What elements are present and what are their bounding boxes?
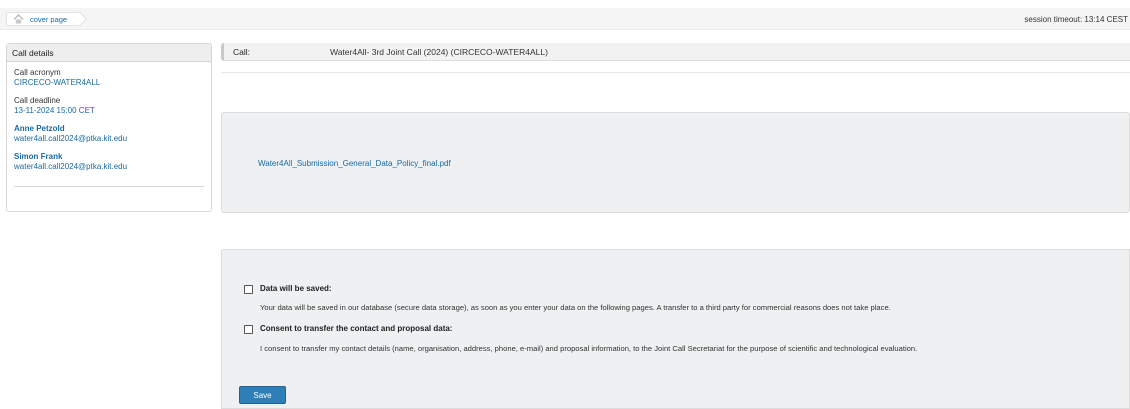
divider: [14, 186, 204, 187]
home-icon: [13, 14, 24, 24]
call-acronym-value: CIRCECO-WATER4ALL: [14, 78, 101, 87]
call-title: Water4All- 3rd Joint Call (2024) (CIRCEC…: [330, 47, 548, 57]
call-header: Call: Water4All- 3rd Joint Call (2024) (…: [221, 43, 1130, 61]
data-saved-title: Data will be saved:: [260, 284, 332, 293]
data-saved-text: Your data will be saved in our database …: [260, 303, 891, 312]
top-bar: cover page session timeout: 13:14 CEST: [0, 8, 1130, 30]
consent-transfer-checkbox[interactable]: [244, 325, 253, 334]
breadcrumb[interactable]: cover page: [6, 11, 88, 27]
call-details-panel: Call details Call acronym CIRCECO-WATER4…: [6, 43, 212, 212]
save-button[interactable]: Save: [239, 386, 286, 404]
breadcrumb-cover-page[interactable]: cover page: [30, 15, 67, 24]
document-box: Water4All_Submission_General_Data_Policy…: [221, 112, 1130, 213]
consent-form: Data will be saved: Your data will be sa…: [221, 249, 1130, 409]
call-acronym-label: Call acronym: [14, 68, 61, 77]
call-label: Call:: [233, 47, 251, 57]
data-saved-checkbox[interactable]: [244, 285, 253, 294]
consent-transfer-text: I consent to transfer my contact details…: [260, 344, 918, 353]
session-timeout: session timeout: 13:14 CEST: [1024, 15, 1128, 24]
contact-name: Anne Petzold: [14, 124, 65, 133]
contact-email-link[interactable]: water4all.call2024@ptka.kit.edu: [14, 134, 204, 144]
panel-title: Call details: [7, 44, 211, 62]
breadcrumb-arrow: [73, 11, 88, 27]
call-deadline-label: Call deadline: [14, 96, 61, 105]
consent-transfer-title: Consent to transfer the contact and prop…: [260, 324, 453, 333]
contact-name: Simon Frank: [14, 152, 63, 161]
data-policy-pdf-link[interactable]: Water4All_Submission_General_Data_Policy…: [258, 159, 451, 168]
contact-email-link[interactable]: water4all.call2024@ptka.kit.edu: [14, 162, 204, 172]
divider: [221, 72, 1130, 73]
call-deadline-value: 13-11-2024 15:00 CET: [14, 106, 95, 115]
